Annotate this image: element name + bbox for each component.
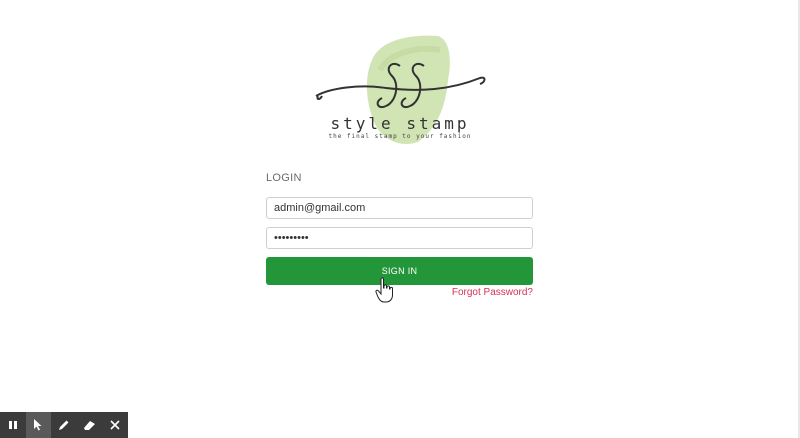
pointer-icon[interactable] (25, 412, 52, 438)
pause-icon[interactable] (0, 412, 26, 438)
forgot-password-link[interactable]: Forgot Password? (452, 287, 533, 298)
close-icon[interactable] (102, 412, 128, 438)
password-field[interactable] (266, 227, 533, 249)
sign-in-button[interactable]: SIGN IN (266, 257, 533, 285)
hand-cursor-icon (375, 277, 395, 303)
eraser-icon[interactable] (77, 412, 103, 438)
annotation-toolbar (0, 412, 128, 438)
logo-tagline: the final stamp to your fashion (328, 133, 472, 140)
brand-logo: style stamp the final stamp to your fash… (300, 30, 500, 148)
login-heading: LOGIN (266, 172, 302, 184)
pen-icon[interactable] (51, 412, 77, 438)
email-field[interactable] (266, 197, 533, 219)
logo-title: style stamp (330, 114, 470, 133)
